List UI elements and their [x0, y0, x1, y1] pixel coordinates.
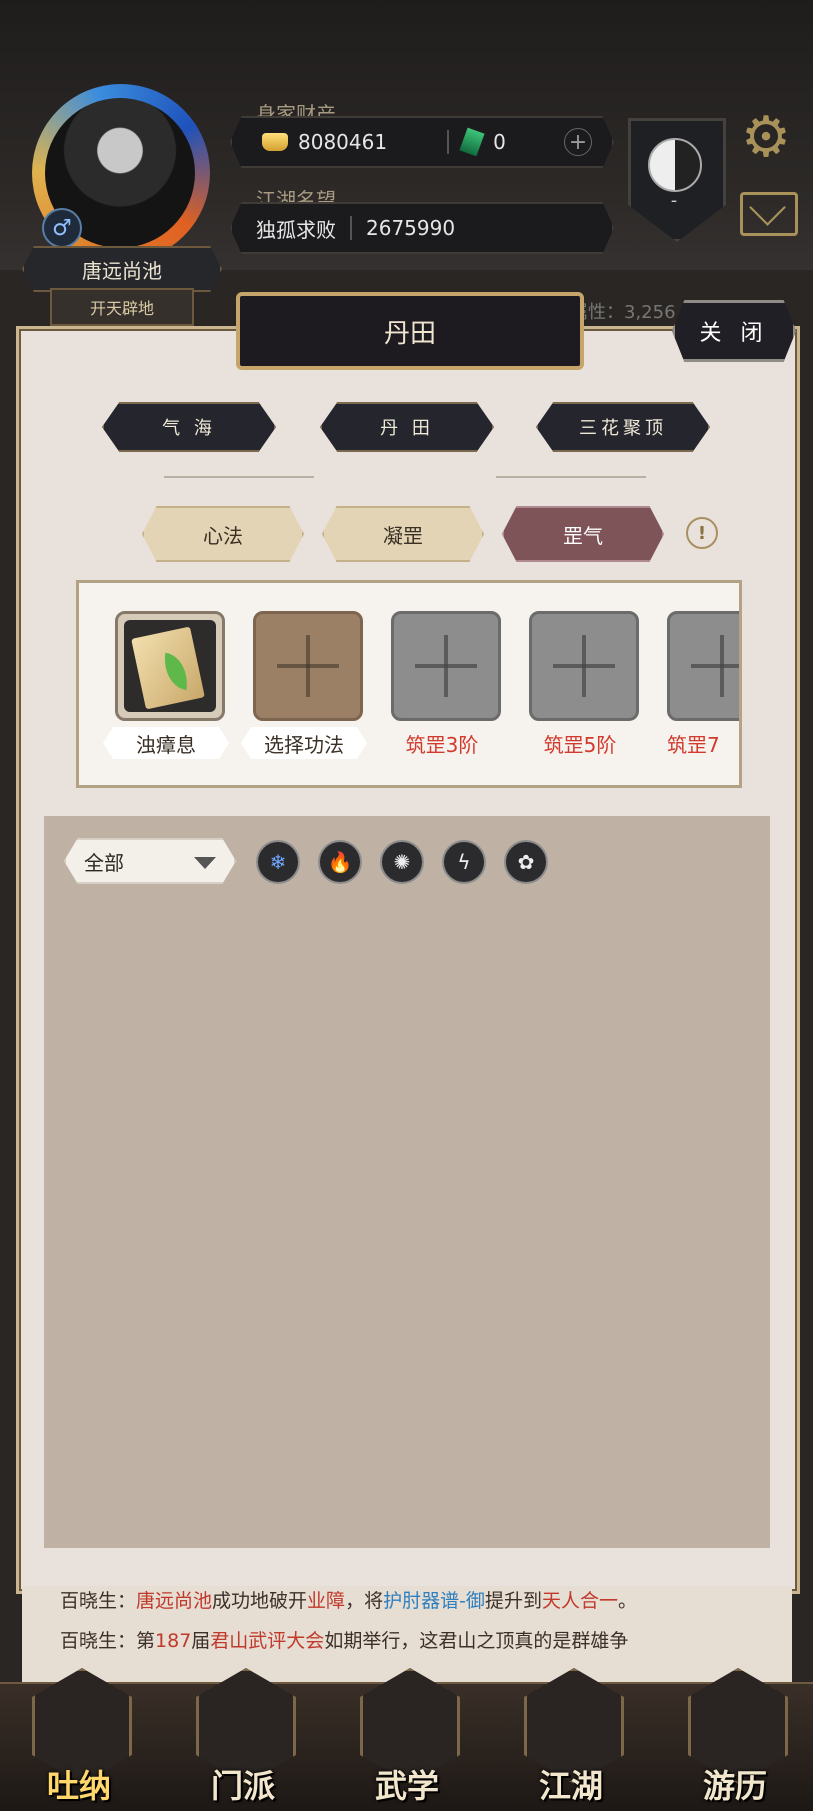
- gear-icon[interactable]: ⚙: [738, 110, 794, 166]
- skill-slot-3-label: 筑罡3阶: [405, 732, 479, 757]
- gold-ingot-icon: [262, 133, 288, 151]
- emblem-value: -: [670, 190, 678, 211]
- plus-icon: [553, 635, 615, 697]
- news-line: 百晓生：唐远尚池成功地破开业障，将护肘器谱-御提升到天人合一。: [60, 1590, 637, 1612]
- mail-icon[interactable]: [740, 192, 798, 236]
- chevron-down-icon: [194, 857, 216, 869]
- ice-element-icon[interactable]: ❄: [256, 840, 300, 884]
- manual-book-icon: [131, 626, 205, 710]
- wind-element-icon[interactable]: ✺: [380, 840, 424, 884]
- divider-left: [164, 476, 314, 478]
- info-icon[interactable]: !: [686, 517, 718, 549]
- skill-slot-1-label: 浊瘴息: [103, 727, 229, 759]
- jade-amount: 0: [493, 130, 506, 154]
- skill-slot-1[interactable]: [115, 611, 225, 721]
- tab-sanhua-juding[interactable]: 三花聚顶: [536, 402, 710, 452]
- plus-icon: [415, 635, 477, 697]
- skill-slot-3[interactable]: [391, 611, 501, 721]
- plus-icon: [277, 635, 339, 697]
- thunder-element-icon[interactable]: ϟ: [442, 840, 486, 884]
- skill-slot-5-label: 筑罡7: [667, 732, 720, 757]
- fire-element-icon[interactable]: 🔥: [318, 840, 362, 884]
- player-title: 开天辟地: [50, 288, 194, 326]
- skill-slot-panel: 浊瘴息 选择功法 筑罡3阶 筑罡5阶 筑罡7: [76, 580, 742, 788]
- subtab-gangqi[interactable]: 罡气: [502, 506, 664, 562]
- reputation-value: 2675990: [366, 216, 456, 240]
- filter-dropdown[interactable]: 全部: [64, 838, 236, 884]
- gender-male-icon: ♂: [42, 208, 82, 248]
- add-currency-button[interactable]: +: [564, 128, 592, 156]
- dialog-title: 丹田: [236, 292, 584, 370]
- coin-amount: 8080461: [298, 130, 388, 154]
- nav-menpai[interactable]: 门派: [188, 1668, 298, 1809]
- lotus-element-icon[interactable]: ✿: [504, 840, 548, 884]
- player-name: 唐远尚池: [22, 246, 222, 292]
- subtab-xinfa[interactable]: 心法: [142, 506, 304, 562]
- reputation-rank: 独孤求败: [256, 217, 336, 242]
- skill-slot-4[interactable]: [529, 611, 639, 721]
- skill-list-area[interactable]: [44, 816, 770, 1548]
- skill-slot-5[interactable]: [667, 611, 739, 721]
- close-button[interactable]: 关 闭: [672, 300, 796, 362]
- filter-selected: 全部: [84, 850, 124, 875]
- skill-slot-2-label: 选择功法: [241, 727, 367, 759]
- reputation-bar: 独孤求败 2675990: [230, 202, 614, 254]
- jade-icon: [459, 127, 485, 157]
- nav-wuxue[interactable]: 武学: [352, 1668, 462, 1809]
- nav-jianghu[interactable]: 江湖: [516, 1668, 626, 1809]
- news-line: 百晓生：第187届君山武评大会如期举行，这君山之顶真的是群雄争: [60, 1630, 629, 1652]
- subtab-ninggang[interactable]: 凝罡: [322, 506, 484, 562]
- skill-slot-4-label: 筑罡5阶: [543, 732, 617, 757]
- skill-slot-2[interactable]: [253, 611, 363, 721]
- plus-icon: [691, 635, 739, 697]
- nav-youli[interactable]: 游历: [680, 1668, 790, 1809]
- divider-right: [496, 476, 646, 478]
- tab-qihai[interactable]: 气 海: [102, 402, 276, 452]
- yinyang-icon: [648, 138, 702, 192]
- tab-dantian[interactable]: 丹 田: [320, 402, 494, 452]
- nav-tuna[interactable]: 吐纳: [24, 1668, 134, 1809]
- attribute-peek: 属性：3,256: [570, 302, 676, 323]
- wealth-bar: 8080461 0 +: [230, 116, 614, 168]
